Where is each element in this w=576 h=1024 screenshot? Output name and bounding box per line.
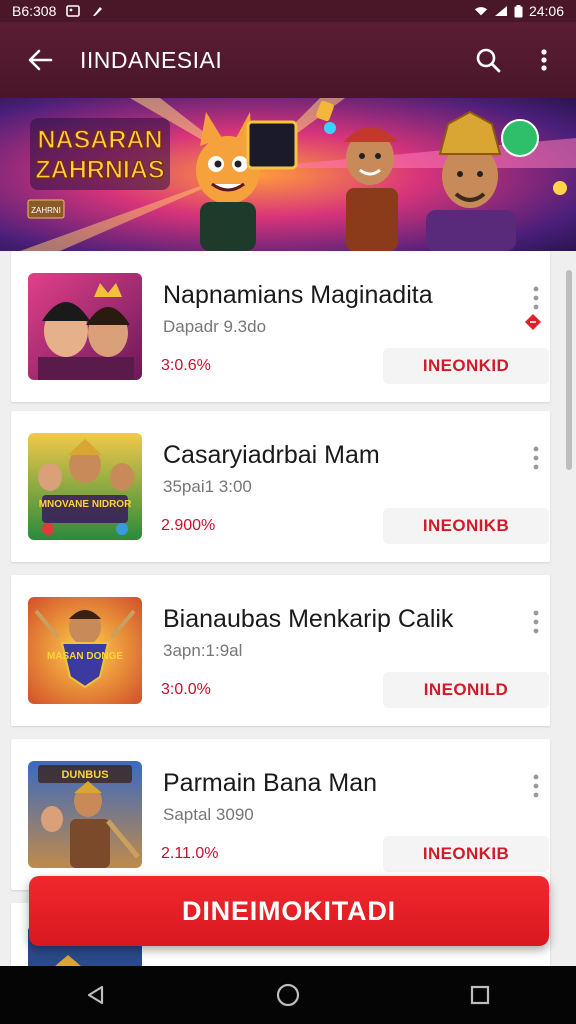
screen: B6:308 24:06 IINDANESIAI NASARAN ZAHRNIA… <box>0 0 576 1024</box>
battery-icon <box>514 4 523 17</box>
banner-small-label: ZAHRNI <box>31 206 61 215</box>
more-vert-icon[interactable] <box>529 285 543 311</box>
thumbnail-caption: DUNBUS <box>61 769 108 781</box>
game-thumbnail-art <box>28 273 142 380</box>
banner-title-line2: ZAHRNIAS <box>35 156 164 184</box>
game-thumbnail-art: DUNBUS <box>28 761 142 868</box>
thumbnail-caption: MASAN DONGE <box>47 651 123 662</box>
game-card[interactable]: MASAN DONGE Bianaubas Menkarip Calik 3ap… <box>11 575 550 726</box>
hot-badge-icon <box>525 314 541 330</box>
game-list[interactable]: Napnamians Maginadita Dapadr 9.3do 3:0.6… <box>0 251 576 966</box>
gallery-icon <box>66 5 81 17</box>
page-title: IINDANESIAI <box>80 46 223 73</box>
promo-banner[interactable]: NASARAN ZAHRNIAS ZAHRNI <box>0 98 576 251</box>
game-subtitle: Dapadr 9.3do <box>163 317 267 336</box>
game-title: Napnamians Maginadita <box>163 281 433 309</box>
search-button[interactable] <box>460 22 516 98</box>
game-subtitle: 3apn:1:9al <box>163 641 243 660</box>
game-subtitle: Saptal 3090 <box>163 805 254 824</box>
game-card[interactable]: DUNBUS Parmain Bana Man Saptal 3090 2.11… <box>11 739 550 890</box>
game-thumbnail-art: MASAN DONGE <box>28 597 142 704</box>
nav-home-button[interactable] <box>258 966 318 1024</box>
install-button[interactable]: INEONKID <box>383 348 549 384</box>
game-thumbnail[interactable]: MASAN DONGE <box>28 597 142 704</box>
status-bar: B6:308 24:06 <box>0 0 576 22</box>
game-percent: 3:0.0% <box>161 681 211 698</box>
list-scrollbar[interactable] <box>566 270 572 470</box>
banner-illustration: NASARAN ZAHRNIAS ZAHRNI <box>0 98 576 251</box>
game-thumbnail-art: MNOVANE NIDROR <box>28 433 142 540</box>
status-time: 24:06 <box>528 3 564 19</box>
notification-icon <box>93 7 103 16</box>
game-thumbnail[interactable]: DUNBUS <box>28 761 142 868</box>
wifi-icon <box>474 7 488 16</box>
thumbnail-caption: MNOVANE NIDROR <box>39 499 132 510</box>
app-bar: IINDANESIAI <box>0 22 576 98</box>
game-percent: 2.11.0% <box>161 845 219 862</box>
signal-icon <box>494 6 507 16</box>
game-card[interactable]: MNOVANE NIDROR Casaryiadrbai Mam 35pai1 … <box>11 411 550 562</box>
game-percent: 3:0.6% <box>161 357 211 374</box>
overflow-menu-button[interactable] <box>516 22 572 98</box>
game-thumbnail[interactable] <box>28 273 142 380</box>
nav-recent-button[interactable] <box>450 966 510 1024</box>
install-button[interactable]: INEONIKB <box>383 508 549 544</box>
primary-action-button[interactable]: DINEIMOKITADI <box>29 876 549 946</box>
game-percent: 2.900% <box>161 517 216 534</box>
status-left-text: B6:308 <box>12 3 57 19</box>
more-vert-icon[interactable] <box>529 773 543 799</box>
game-subtitle: 35pai1 3:00 <box>163 477 252 496</box>
nav-home-icon <box>276 983 300 1007</box>
nav-back-button[interactable] <box>66 966 126 1024</box>
more-vert-icon[interactable] <box>529 609 543 635</box>
game-thumbnail[interactable]: MNOVANE NIDROR <box>28 433 142 540</box>
game-title: Parmain Bana Man <box>163 769 378 797</box>
banner-title-line1: NASARAN <box>38 126 163 154</box>
nav-recent-icon <box>470 985 490 1005</box>
more-vert-icon[interactable] <box>529 445 543 471</box>
more-vert-icon <box>541 49 547 71</box>
install-button[interactable]: INEONKIB <box>383 836 549 872</box>
install-button[interactable]: INEONILD <box>383 672 549 708</box>
back-button[interactable] <box>0 22 80 98</box>
game-card[interactable]: Napnamians Maginadita Dapadr 9.3do 3:0.6… <box>11 251 550 402</box>
system-nav-bar <box>0 966 576 1024</box>
nav-back-icon <box>87 985 104 1005</box>
search-icon <box>476 48 501 73</box>
game-title: Casaryiadrbai Mam <box>163 441 380 469</box>
arrow-left-icon <box>28 49 53 71</box>
game-title: Bianaubas Menkarip Calik <box>163 605 454 633</box>
